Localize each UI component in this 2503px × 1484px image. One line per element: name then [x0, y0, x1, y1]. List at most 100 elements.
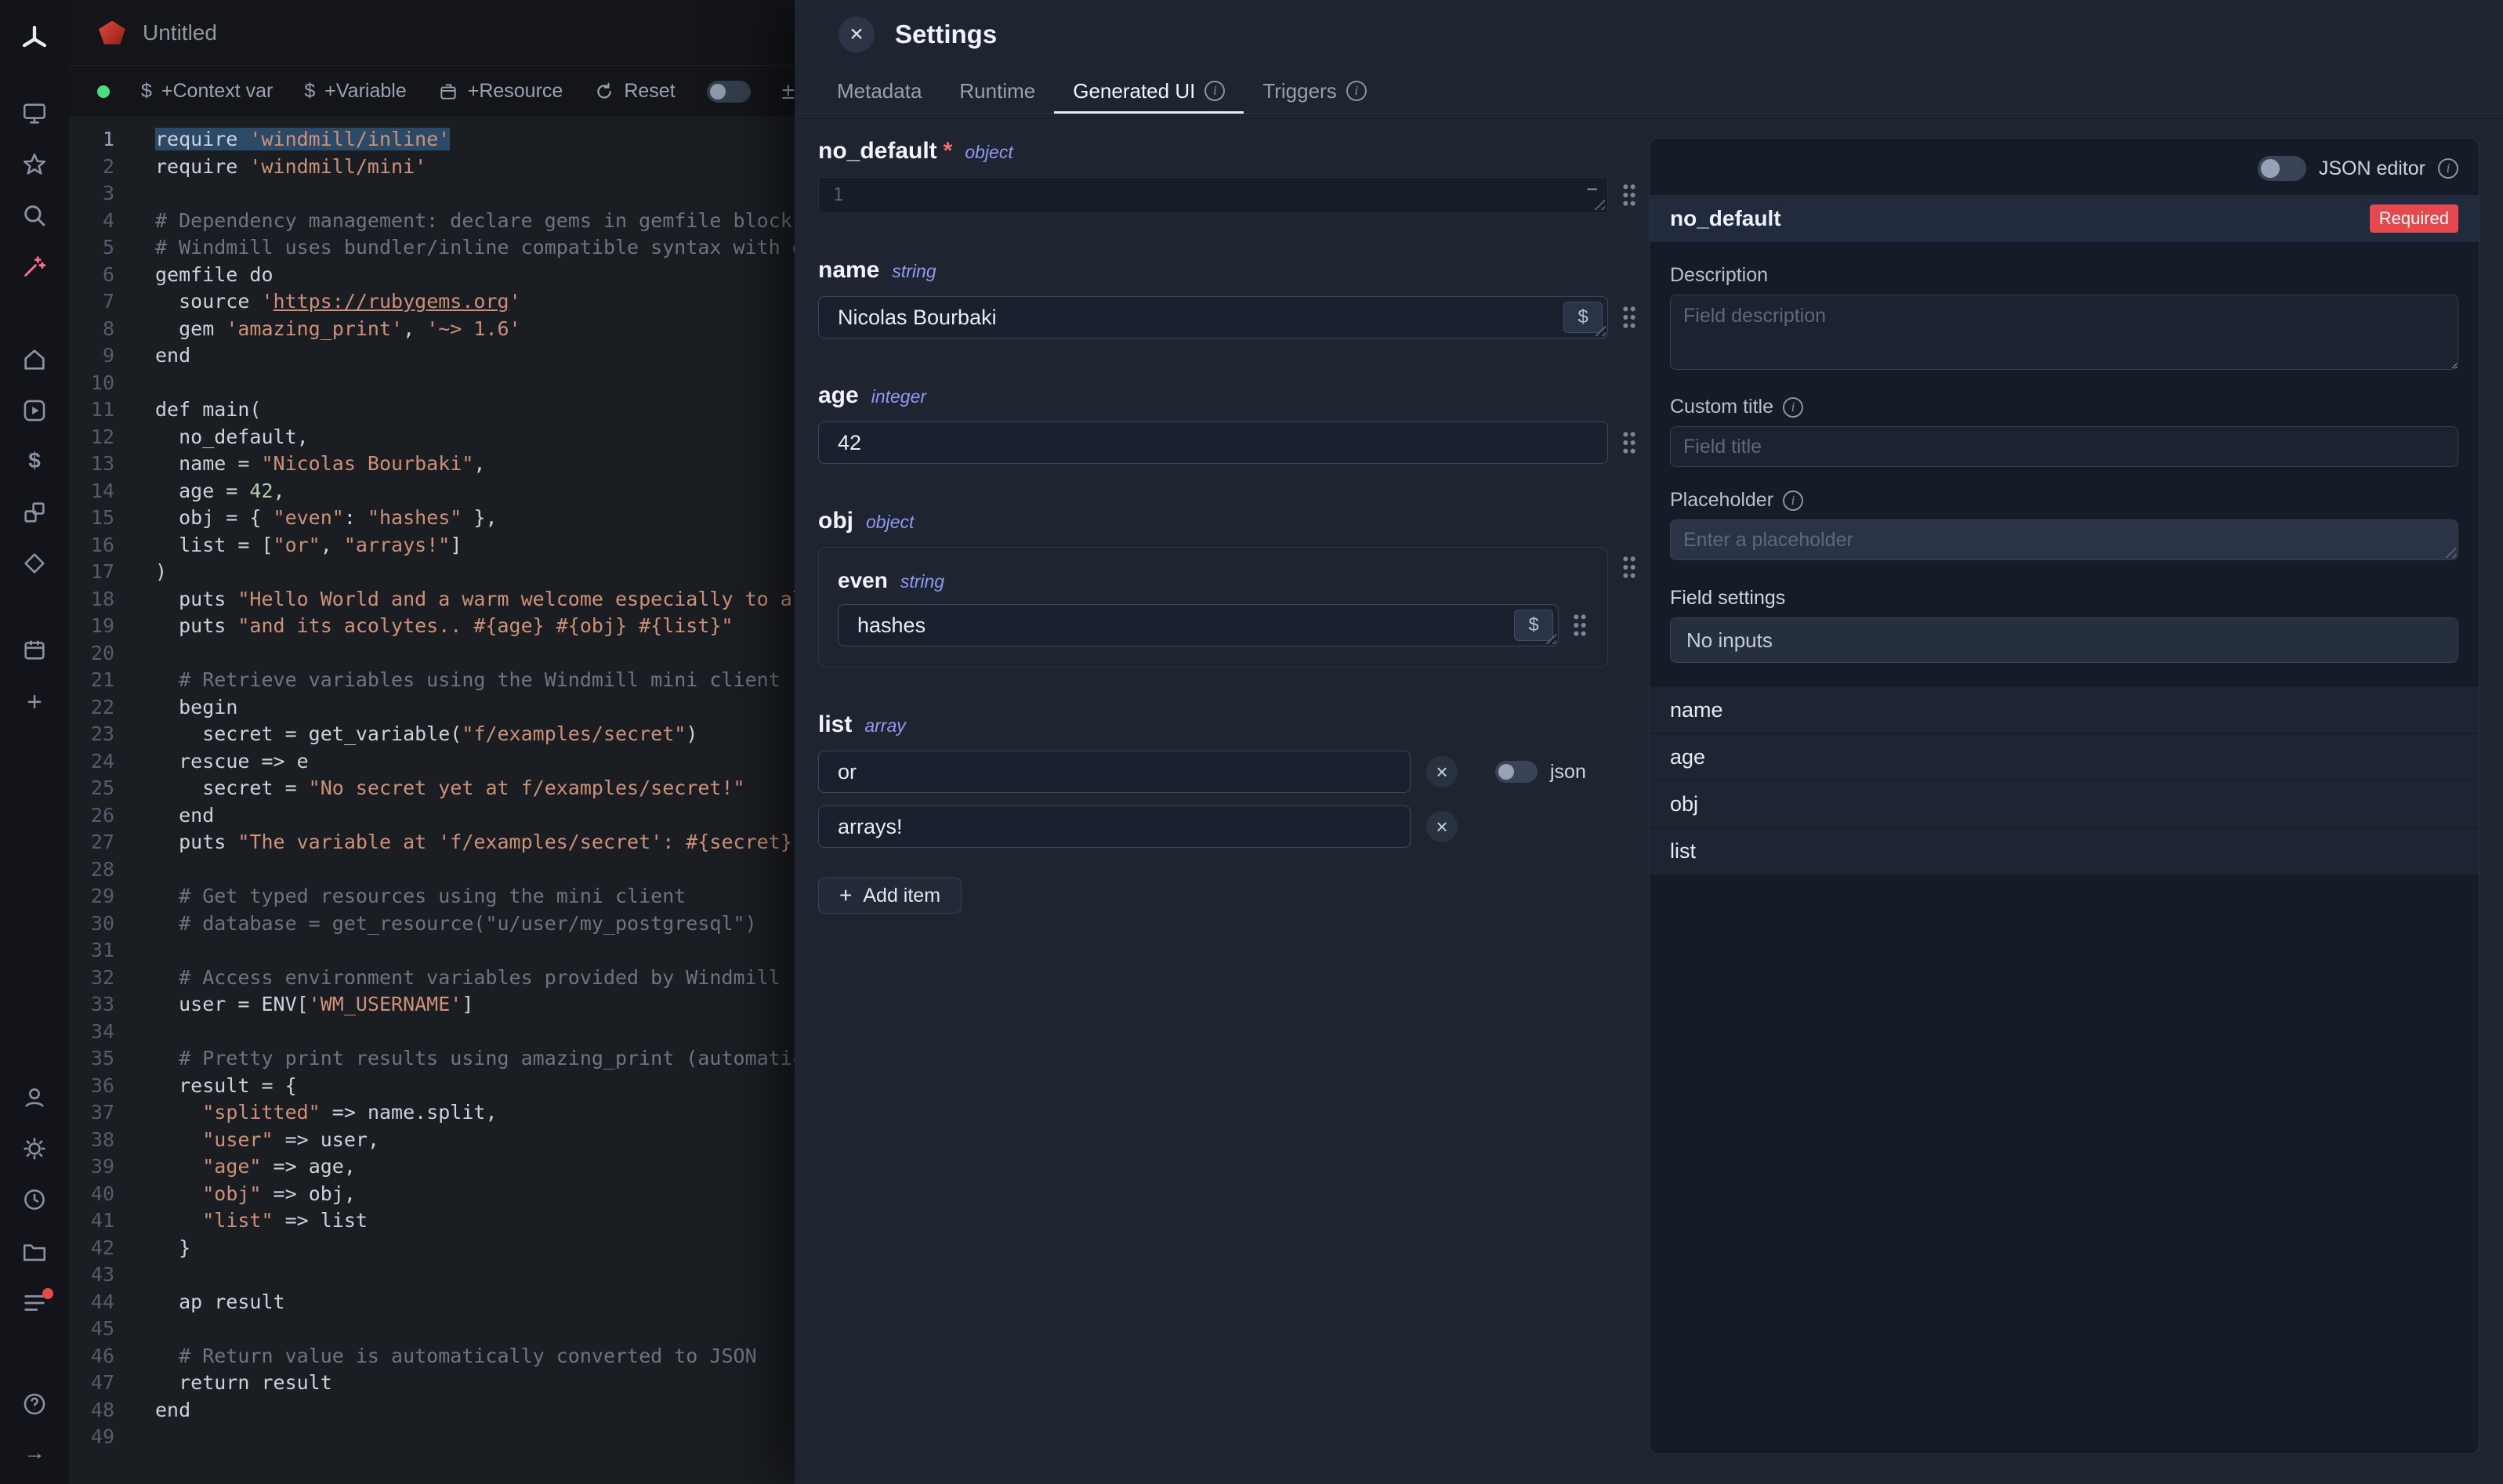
recent-runs-clock-icon[interactable]: [0, 1186, 69, 1213]
field-settings-label: Field settings: [1670, 587, 2458, 610]
collapse-json-icon[interactable]: −: [1587, 179, 1598, 198]
runs-icon[interactable]: [0, 397, 69, 424]
add-context-var-button[interactable]: $ +Context var: [141, 80, 273, 103]
add-item-button[interactable]: + Add item: [818, 878, 962, 914]
inspector-field-row-name[interactable]: name: [1650, 686, 2479, 733]
tab-label: Runtime: [959, 79, 1035, 103]
line-number: 47: [69, 1370, 114, 1397]
line-number: 30: [69, 910, 114, 938]
create-plus-icon[interactable]: +: [0, 687, 69, 718]
schedules-icon[interactable]: [0, 636, 69, 663]
close-icon[interactable]: ×: [839, 16, 875, 52]
dollar-template-button[interactable]: $: [1563, 302, 1603, 333]
selected-field-name: no_default: [1670, 206, 1781, 231]
field-label: age: [818, 382, 859, 409]
custom-title-input[interactable]: [1670, 426, 2458, 467]
description-label: Description: [1670, 264, 2458, 287]
line-number: 44: [69, 1289, 114, 1316]
user-icon[interactable]: [0, 1084, 69, 1111]
list-item-input[interactable]: [818, 805, 1411, 848]
plus-icon: +: [839, 885, 852, 907]
custom-title-label: Custom title i: [1670, 396, 2458, 418]
line-number: 18: [69, 586, 114, 614]
name-input[interactable]: [818, 296, 1608, 338]
remove-item-icon[interactable]: ×: [1426, 756, 1458, 787]
selected-field-row[interactable]: no_default Required: [1650, 195, 2479, 242]
drag-handle-icon[interactable]: [1571, 613, 1588, 638]
inspector-field-row-age[interactable]: age: [1650, 733, 2479, 780]
drag-handle-icon[interactable]: [1621, 555, 1638, 580]
help-icon[interactable]: [0, 1391, 69, 1417]
inspector-field-row-obj[interactable]: obj: [1650, 780, 2479, 827]
json-editor-toggle[interactable]: [2258, 156, 2306, 181]
list-item: × json: [818, 751, 1649, 793]
field-name: name string $: [818, 257, 1649, 338]
json-value-editor[interactable]: 1 −: [818, 177, 1608, 213]
dollar-template-button[interactable]: $: [1514, 610, 1553, 641]
logs-icon[interactable]: [0, 1290, 69, 1316]
diff-toggle[interactable]: [707, 81, 751, 103]
add-variable-button[interactable]: $ +Variable: [304, 80, 406, 103]
remove-item-icon[interactable]: ×: [1426, 811, 1458, 842]
settings-drawer: × Settings Metadata Runtime Generated UI…: [795, 0, 2503, 1484]
home-icon[interactable]: [0, 346, 69, 373]
age-input[interactable]: [818, 422, 1608, 464]
line-number: 25: [69, 775, 114, 802]
folders-icon[interactable]: [0, 1239, 69, 1265]
ruby-language-icon: [99, 21, 125, 45]
line-number: 17: [69, 559, 114, 586]
add-resource-button[interactable]: +Resource: [438, 80, 563, 103]
variables-icon[interactable]: $: [0, 448, 69, 473]
info-icon: i: [1346, 81, 1367, 101]
line-numbers: 1234567891011121314151617181920212223242…: [69, 118, 114, 1484]
status-dot: [97, 85, 110, 98]
favorites-star-icon[interactable]: [0, 151, 69, 178]
drag-handle-icon[interactable]: [1621, 305, 1638, 330]
resize-grip-icon[interactable]: [1594, 199, 1605, 210]
drag-handle-icon[interactable]: [1621, 430, 1638, 455]
field-inspector-card: JSON editor i no_default Required Descri…: [1649, 138, 2479, 1454]
line-number: 27: [69, 829, 114, 856]
reset-icon: [594, 81, 614, 102]
ai-wand-icon[interactable]: [0, 253, 69, 280]
settings-gear-icon[interactable]: [0, 1135, 69, 1162]
line-number: 10: [69, 370, 114, 397]
monitor-icon[interactable]: [0, 100, 69, 127]
toggle-knob: [2261, 159, 2280, 178]
line-number: 26: [69, 802, 114, 830]
line-number: 1: [69, 126, 114, 154]
even-input[interactable]: [838, 604, 1559, 646]
drag-handle-icon[interactable]: [1621, 183, 1638, 208]
collapse-sidebar-icon[interactable]: →: [0, 1440, 69, 1465]
tab-triggers[interactable]: Triggersi: [1244, 69, 1385, 113]
tab-generated-ui[interactable]: Generated UIi: [1054, 69, 1244, 113]
resources-icon[interactable]: [0, 499, 69, 526]
line-number: 48: [69, 1397, 114, 1424]
list-item-input[interactable]: [818, 751, 1411, 793]
tab-metadata[interactable]: Metadata: [818, 69, 940, 113]
json-mode-toggle[interactable]: [1495, 761, 1538, 783]
search-icon[interactable]: [0, 202, 69, 229]
inspector-field-row-list[interactable]: list: [1650, 827, 2479, 874]
reset-button[interactable]: Reset: [594, 80, 675, 103]
add-resource-label: +Resource: [468, 80, 563, 103]
sidebar-rail: $ + →: [0, 0, 69, 1484]
line-number: 46: [69, 1343, 114, 1370]
field-label: no_default: [818, 138, 937, 165]
field-age: age integer: [818, 382, 1649, 464]
inspector-field-rows: name age obj list: [1650, 686, 2479, 874]
add-variable-label: +Variable: [324, 80, 406, 103]
info-icon: i: [1783, 397, 1803, 418]
line-number: 37: [69, 1099, 114, 1127]
line-number: 39: [69, 1153, 114, 1181]
assets-icon[interactable]: [0, 550, 69, 577]
field-label: even: [838, 568, 888, 593]
tab-runtime[interactable]: Runtime: [940, 69, 1054, 113]
placeholder-input[interactable]: [1670, 519, 2458, 560]
script-title-input[interactable]: Untitled: [143, 20, 217, 45]
toggle-knob: [710, 84, 726, 100]
field-type: object: [866, 512, 914, 533]
field-type: string: [892, 261, 936, 282]
description-textarea[interactable]: [1670, 295, 2458, 370]
windmill-logo-icon[interactable]: [0, 24, 69, 55]
